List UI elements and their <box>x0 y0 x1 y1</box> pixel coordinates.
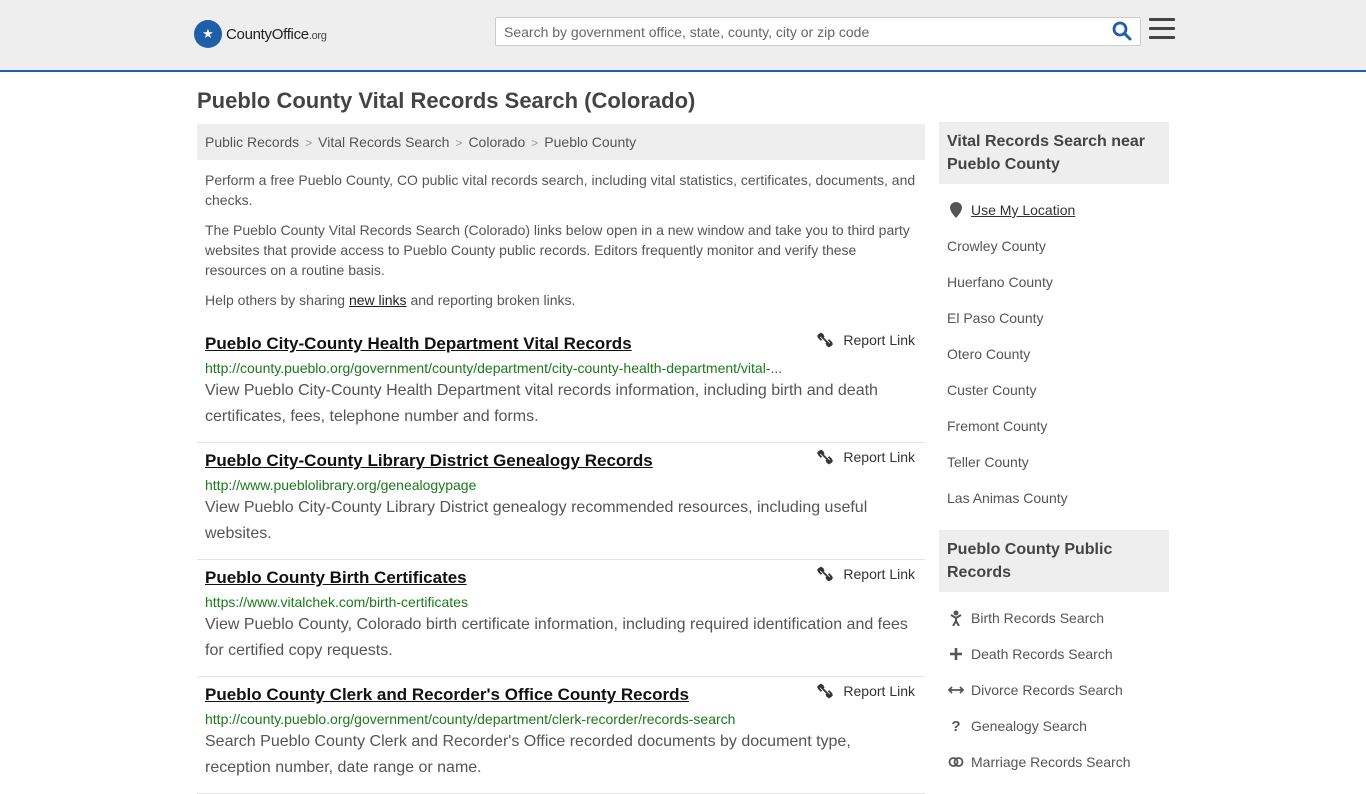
result-item: Pueblo County Birth Certificates Report … <box>197 560 925 677</box>
search-button[interactable] <box>1112 21 1134 43</box>
divorce-records-item[interactable]: Divorce Records Search <box>947 672 1161 708</box>
result-item: Pueblo County Clerk and Recorder's Offic… <box>197 677 925 794</box>
result-url: https://www.vitalchek.com/birth-certific… <box>205 594 468 610</box>
nearby-county-item[interactable]: Las Animas County <box>947 480 1161 516</box>
result-url: http://county.pueblo.org/government/coun… <box>205 711 736 727</box>
report-link-button[interactable]: Report Link <box>817 332 915 348</box>
baby-icon <box>947 610 965 626</box>
nearby-list: Use My Location Crowley County Huerfano … <box>939 184 1169 530</box>
report-link-button[interactable]: Report Link <box>817 449 915 465</box>
new-links-link[interactable]: new links <box>349 292 407 308</box>
broken-link-icon <box>817 683 834 699</box>
search-input[interactable] <box>496 18 1106 45</box>
result-item: Pueblo City-County Health Department Vit… <box>197 326 925 443</box>
nearby-county-item[interactable]: Custer County <box>947 372 1161 408</box>
nearby-heading: Vital Records Search near Pueblo County <box>939 122 1169 184</box>
marriage-records-item[interactable]: Marriage Records Search <box>947 744 1161 780</box>
public-records-list: Birth Records Search Death Records Searc… <box>939 592 1169 794</box>
nearby-county-item[interactable]: Otero County <box>947 336 1161 372</box>
birth-records-item[interactable]: Birth Records Search <box>947 600 1161 636</box>
intro-text: Perform a free Pueblo County, CO public … <box>205 170 920 320</box>
breadcrumb: Public Records > Vital Records Search > Colo… <box>197 124 925 160</box>
results-list: Pueblo City-County Health Department Vit… <box>197 326 925 794</box>
report-link-button[interactable]: Report Link <box>817 566 915 582</box>
breadcrumb-vital-records[interactable]: Vital Records Search <box>318 134 449 150</box>
broken-link-icon <box>817 449 834 465</box>
result-item: Pueblo City-County Library District Gene… <box>197 443 925 560</box>
eagle-seal-icon: ★ <box>194 20 222 48</box>
nearby-county-item[interactable]: Huerfano County <box>947 264 1161 300</box>
report-link-button[interactable]: Report Link <box>817 683 915 699</box>
map-pin-icon <box>947 202 965 218</box>
search-box <box>495 17 1141 46</box>
search-icon <box>1112 21 1132 41</box>
result-description: View Pueblo City-County Library District… <box>205 499 868 542</box>
arrows-split-icon <box>947 684 965 696</box>
sidebar: Vital Records Search near Pueblo County … <box>939 122 1169 794</box>
result-url: http://county.pueblo.org/government/coun… <box>205 360 783 376</box>
result-description: Search Pueblo County Clerk and Recorder'… <box>205 733 851 776</box>
result-title-link[interactable]: Pueblo City-County Health Department Vit… <box>205 334 805 354</box>
intro-paragraph-1: Perform a free Pueblo County, CO public … <box>205 172 916 208</box>
nearby-county-item[interactable]: El Paso County <box>947 300 1161 336</box>
hamburger-menu-icon[interactable] <box>1149 18 1175 42</box>
nearby-county-link[interactable]: Custer County <box>947 382 1036 398</box>
site-header: ★ CountyOffice.org <box>0 0 1366 72</box>
breadcrumb-colorado[interactable]: Colorado <box>468 134 525 150</box>
death-records-item[interactable]: Death Records Search <box>947 636 1161 672</box>
rings-icon <box>947 756 965 768</box>
nearby-county-link[interactable]: Otero County <box>947 346 1030 362</box>
nearby-county-item[interactable]: Fremont County <box>947 408 1161 444</box>
nearby-county-link[interactable]: Huerfano County <box>947 274 1053 290</box>
breadcrumb-current: Pueblo County <box>544 134 637 150</box>
breadcrumb-separator-icon: > <box>455 136 463 150</box>
page-title: Pueblo County Vital Records Search (Colo… <box>197 88 696 113</box>
logo-main-text: CountyOffice <box>226 25 309 43</box>
nearby-county-link[interactable]: El Paso County <box>947 310 1044 326</box>
nearby-county-link[interactable]: Teller County <box>947 454 1029 470</box>
use-location-item[interactable]: Use My Location <box>947 192 1161 228</box>
result-description: View Pueblo City-County Health Departmen… <box>205 382 878 425</box>
breadcrumb-separator-icon: > <box>531 136 539 150</box>
result-url: http://www.pueblolibrary.org/genealogypa… <box>205 477 477 493</box>
result-description: View Pueblo County, Colorado birth certi… <box>205 616 908 659</box>
nearby-county-item[interactable]: Teller County <box>947 444 1161 480</box>
site-logo[interactable]: ★ CountyOffice.org <box>194 20 327 48</box>
question-icon: ? <box>951 717 961 735</box>
intro-paragraph-2: The Pueblo County Vital Records Search (… <box>205 222 910 278</box>
use-my-location-link[interactable]: Use My Location <box>971 202 1075 218</box>
nearby-county-link[interactable]: Las Animas County <box>947 490 1068 506</box>
result-title-link[interactable]: Pueblo County Clerk and Recorder's Offic… <box>205 685 805 705</box>
result-title-link[interactable]: Pueblo County Birth Certificates <box>205 568 805 588</box>
breadcrumb-public-records[interactable]: Public Records <box>205 134 299 150</box>
breadcrumb-separator-icon: > <box>305 136 313 150</box>
intro-paragraph-3: Help others by sharing new links and rep… <box>205 292 576 308</box>
broken-link-icon <box>817 566 834 582</box>
nearby-county-item[interactable]: Crowley County <box>947 228 1161 264</box>
cross-icon <box>947 647 965 661</box>
genealogy-search-item[interactable]: ? Genealogy Search <box>947 708 1161 744</box>
broken-link-icon <box>817 332 834 348</box>
nearby-county-link[interactable]: Fremont County <box>947 418 1047 434</box>
logo-org-text: .org <box>308 29 327 42</box>
nearby-county-link[interactable]: Crowley County <box>947 238 1046 254</box>
result-title-link[interactable]: Pueblo City-County Library District Gene… <box>205 451 805 471</box>
public-records-heading: Pueblo County Public Records <box>939 530 1169 592</box>
